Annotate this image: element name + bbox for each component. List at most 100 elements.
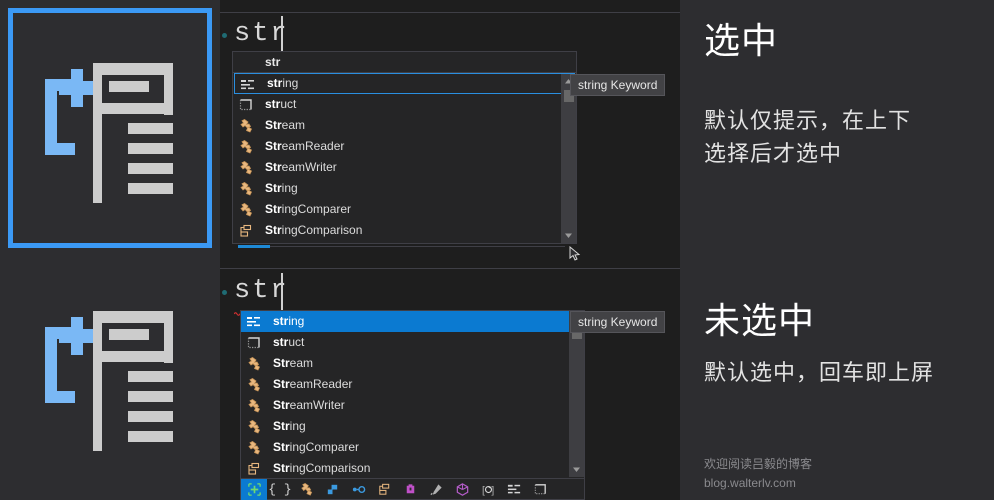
completion-item[interactable]: StringComparison	[241, 458, 584, 479]
completion-item[interactable]: StreamWriter	[241, 395, 584, 416]
class-icon	[238, 118, 254, 134]
keyword-icon	[246, 314, 262, 330]
editor-bottom: str string struct Stream StreamReader St…	[220, 268, 680, 500]
keyword-icon	[240, 77, 256, 93]
svg-text:[: [	[481, 485, 484, 496]
completion-item-label: struct	[265, 97, 297, 111]
code-line-bottom[interactable]: str	[220, 270, 680, 316]
intellisense-icon-card-unselected[interactable]	[8, 256, 212, 496]
filter-delegate-icon[interactable]	[397, 479, 423, 500]
completion-item-label: StringComparison	[265, 223, 363, 237]
annotation-body-bottom-line1: 默认选中，回车即上屏	[704, 360, 935, 385]
completion-item[interactable]: StreamReader	[233, 136, 576, 157]
footer-line1: 欢迎阅读吕毅的博客	[704, 457, 813, 471]
class-icon	[246, 440, 262, 456]
footer-credit: 欢迎阅读吕毅的博客 blog.walterlv.com	[704, 455, 812, 493]
enum-icon	[246, 461, 262, 477]
class-icon	[246, 419, 262, 435]
intellisense-popup-bottom[interactable]: string struct Stream StreamReader Stream…	[240, 310, 585, 500]
popup-header-row: str	[233, 52, 576, 73]
breakpoint-dot-icon	[222, 290, 227, 295]
text-caret	[281, 273, 283, 311]
class-icon	[238, 139, 254, 155]
completion-item-label: StreamWriter	[265, 160, 337, 174]
filter-struct-icon[interactable]	[527, 479, 553, 500]
completion-item-label: String	[273, 419, 306, 433]
editor-top: str str string struct Stream StreamReade…	[220, 0, 680, 262]
filter-class-icon[interactable]	[293, 479, 319, 500]
completion-item-label: StringComparison	[273, 461, 371, 475]
annotation-title-bottom: 未选中	[704, 300, 816, 341]
completion-item-label: StreamWriter	[273, 398, 345, 412]
completion-item[interactable]: string	[241, 311, 584, 332]
completion-item-label: struct	[273, 335, 305, 349]
popup-scrollbar-bottom[interactable]	[569, 311, 584, 477]
completion-item[interactable]: Stream	[233, 115, 576, 136]
annotation-body-top-line2: 选择后才选中	[704, 141, 843, 166]
class-icon	[246, 377, 262, 393]
enum-icon	[238, 223, 254, 239]
completion-item-label: String	[265, 181, 298, 195]
completion-item[interactable]: StringComparison	[233, 220, 576, 241]
class-icon	[238, 202, 254, 218]
filter-namespace-icon[interactable]	[449, 479, 475, 500]
struct-icon	[246, 335, 262, 351]
completion-item-label: StringComparer	[273, 440, 360, 454]
completion-item-label: Stream	[265, 118, 306, 132]
completion-item[interactable]: string	[234, 73, 575, 94]
editor-column: str str string struct Stream StreamReade…	[220, 0, 680, 500]
class-icon	[246, 356, 262, 372]
class-icon	[246, 398, 262, 414]
filter-extension-icon[interactable]	[423, 479, 449, 500]
filter-enum-icon[interactable]	[371, 479, 397, 500]
class-icon	[238, 181, 254, 197]
completion-item-label: StreamReader	[273, 377, 353, 391]
completion-item[interactable]: String	[241, 416, 584, 437]
popup-filter-tab-rest	[270, 246, 565, 247]
completion-item[interactable]: StreamReader	[241, 374, 584, 395]
breakpoint-dot-icon	[222, 33, 227, 38]
intellisense-list-icon	[13, 261, 207, 491]
filter-keyword-icon[interactable]	[501, 479, 527, 500]
popup-filter-bar[interactable]: { } []	[241, 478, 584, 500]
completion-list-top[interactable]: string struct Stream StreamReader Stream…	[233, 73, 576, 243]
completion-item-label: StreamReader	[265, 139, 345, 153]
popup-filter-tab-indicator	[238, 245, 270, 248]
intellisense-popup-top[interactable]: str string struct Stream StreamReader St…	[232, 51, 577, 244]
filter-snippet-icon[interactable]: { }	[267, 479, 293, 500]
mouse-cursor-icon	[569, 246, 581, 261]
completion-item[interactable]: Stream	[241, 353, 584, 374]
class-icon	[238, 160, 254, 176]
completion-item-label: string	[267, 76, 299, 90]
footer-line2: blog.walterlv.com	[704, 476, 796, 490]
completion-item[interactable]: struct	[241, 332, 584, 353]
filter-interface-icon[interactable]	[345, 479, 371, 500]
completion-item[interactable]: StringComparer	[233, 199, 576, 220]
completion-item[interactable]: StreamWriter	[233, 157, 576, 178]
completion-item[interactable]: StringComparer	[241, 437, 584, 458]
annotation-body-bottom: 默认选中，回车即上屏	[704, 356, 994, 389]
completion-item[interactable]: struct	[233, 94, 576, 115]
filter-all-members-icon[interactable]	[241, 478, 267, 500]
annotation-title-top: 选中	[704, 20, 779, 61]
completion-item[interactable]: String	[233, 178, 576, 199]
annotation-panel: 选中 默认仅提示，在上下 选择后才选中 未选中 默认选中，回车即上屏 欢迎阅读吕…	[680, 0, 994, 500]
text-caret	[281, 16, 283, 54]
annotation-body-top-line1: 默认仅提示，在上下	[704, 108, 912, 133]
intellisense-icon-card-selected[interactable]	[8, 8, 212, 248]
screenshot-root: str str string struct Stream StreamReade…	[0, 0, 994, 500]
left-icon-column	[0, 0, 220, 500]
completion-item-label: StringComparer	[265, 202, 352, 216]
scroll-down-arrow-icon[interactable]	[561, 228, 576, 243]
completion-item-label: Stream	[273, 356, 314, 370]
completion-item-label: string	[273, 314, 305, 328]
popup-scrollbar-top[interactable]	[561, 74, 576, 243]
filter-property-icon[interactable]: [ ]	[475, 479, 501, 500]
filter-struct-blue-icon[interactable]	[319, 479, 345, 500]
scroll-down-arrow-icon[interactable]	[569, 462, 584, 477]
intellisense-list-icon	[13, 13, 207, 243]
struct-icon	[238, 97, 254, 113]
editor-bottom-rule	[220, 268, 680, 269]
tooltip-top: string Keyword	[570, 74, 666, 96]
completion-list-bottom[interactable]: string struct Stream StreamReader Stream…	[241, 311, 584, 479]
